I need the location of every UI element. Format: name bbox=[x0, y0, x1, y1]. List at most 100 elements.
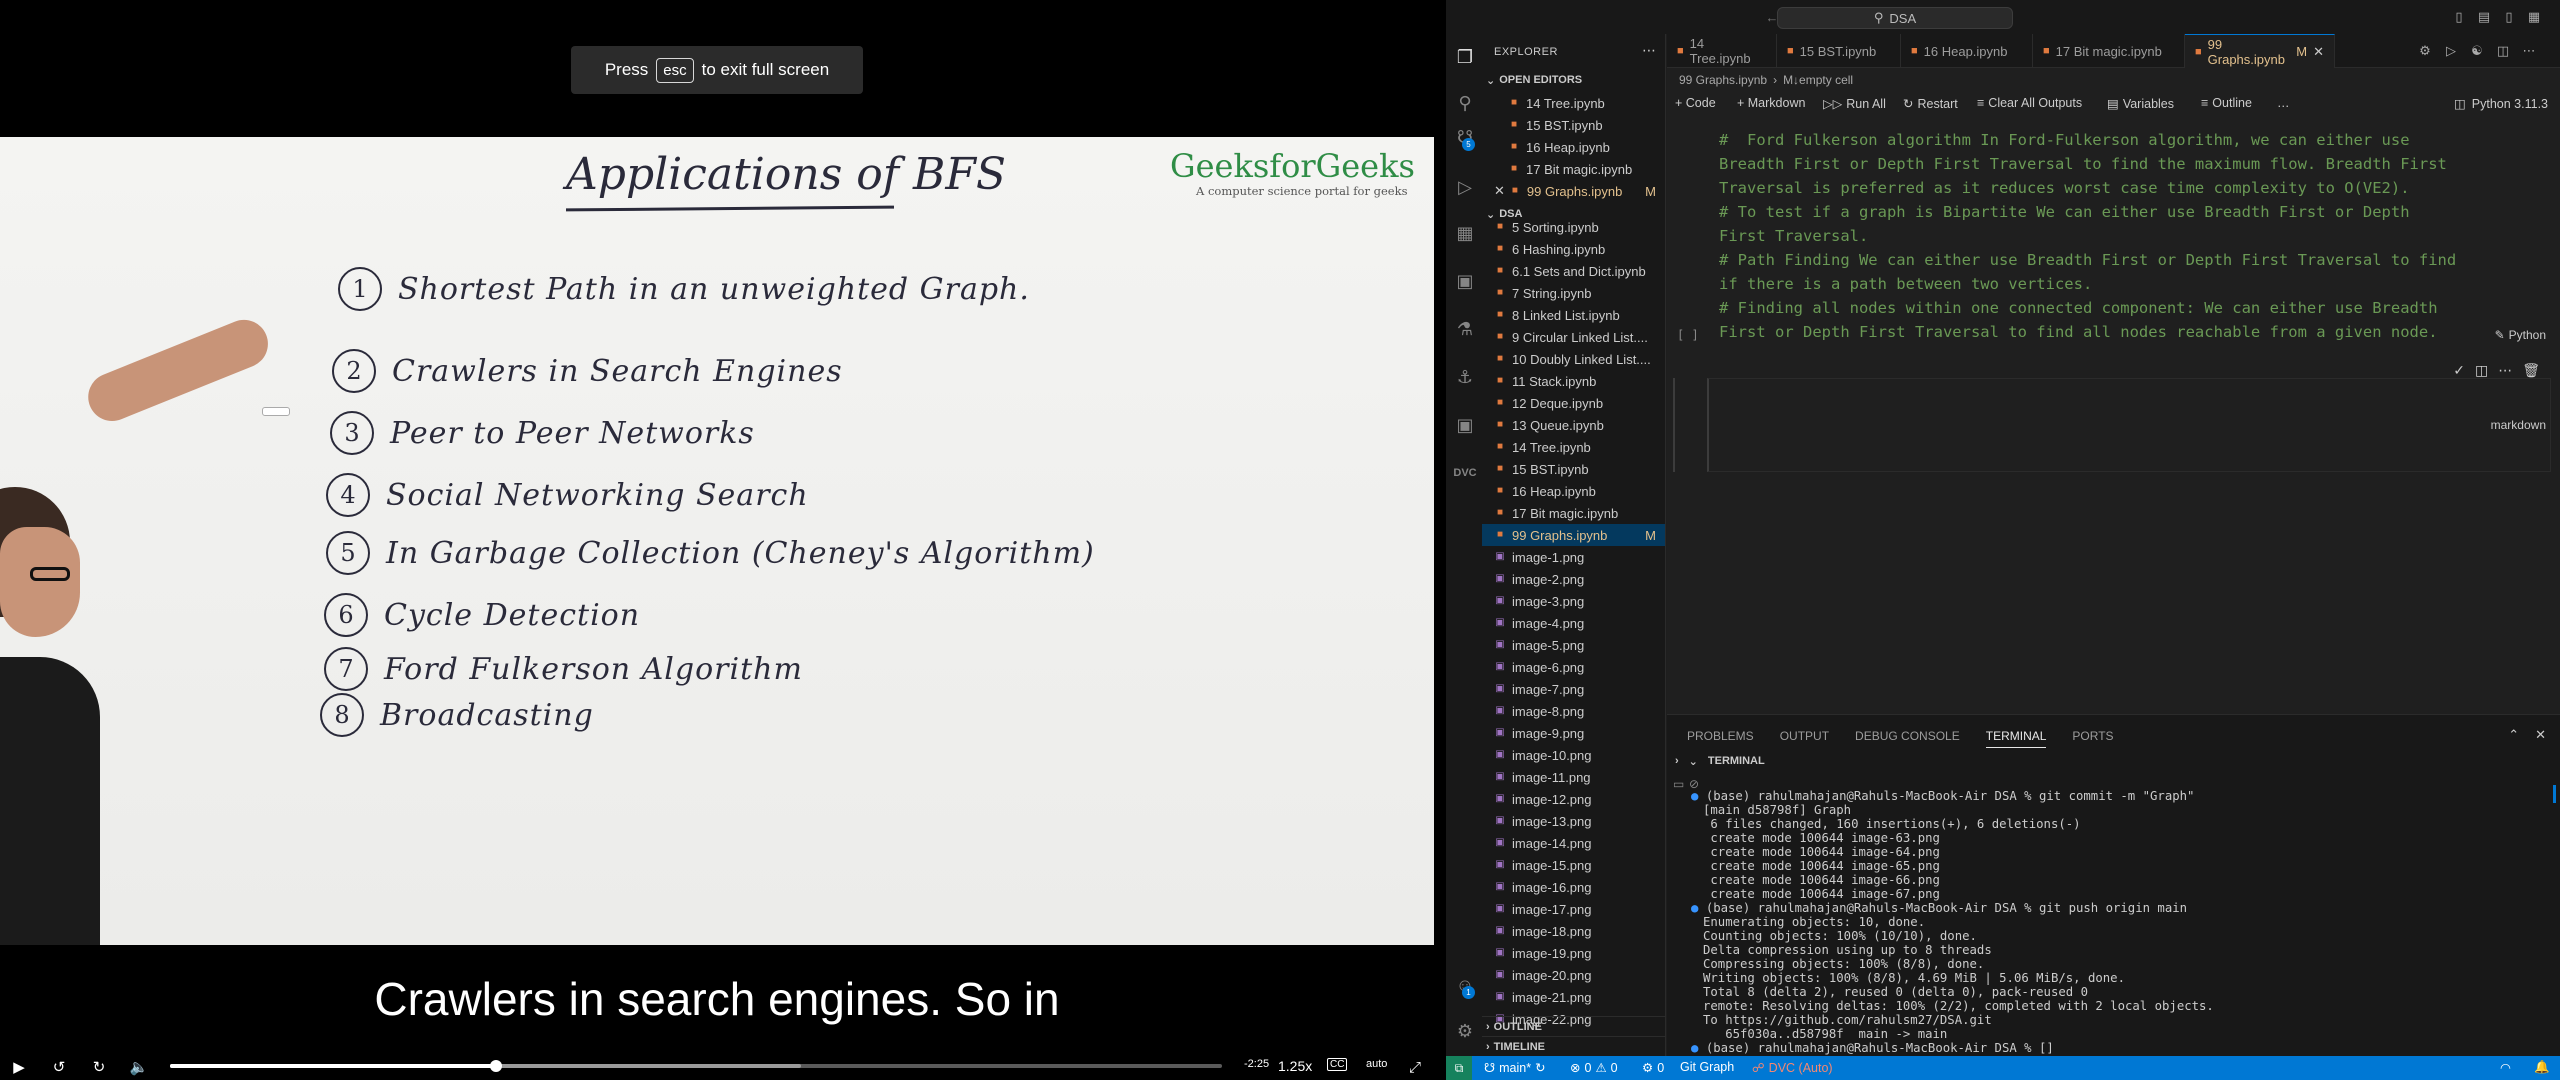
command-center-search[interactable]: ⚲ DSA bbox=[1777, 7, 2013, 29]
empty-cell-language[interactable]: markdown bbox=[2491, 418, 2546, 432]
tab-terminal[interactable]: TERMINAL bbox=[1985, 729, 2047, 748]
run-icon[interactable]: ▷ bbox=[2443, 43, 2459, 59]
image-file-item[interactable]: ▣ image-9.png bbox=[1482, 722, 1665, 744]
check-icon[interactable]: ✓ bbox=[2453, 362, 2465, 379]
command-status-dot-icon[interactable]: ● bbox=[1691, 901, 1706, 915]
captions-button[interactable]: CC bbox=[1327, 1058, 1348, 1071]
tab-17-bit-magic[interactable]: ■ 17 Bit magic.ipynb bbox=[2033, 34, 2185, 68]
toggle-sidebar-icon[interactable]: ▯ bbox=[2451, 9, 2467, 25]
cell-language-picker[interactable]: ✎ Python bbox=[2495, 328, 2546, 342]
file-item[interactable]: ■ 11 Stack.ipynb bbox=[1482, 370, 1665, 392]
breadcrumb-cell[interactable]: M↓empty cell bbox=[1783, 73, 1853, 87]
image-file-item[interactable]: ▣ image-4.png bbox=[1482, 612, 1665, 634]
empty-markdown-cell[interactable] bbox=[1707, 378, 2551, 472]
ports-count[interactable]: ⚙ 0 bbox=[1642, 1060, 1664, 1076]
seek-thumb[interactable] bbox=[490, 1060, 503, 1072]
explorer-icon[interactable]: ❐ bbox=[1454, 46, 1476, 68]
extensions-icon[interactable]: ▦ bbox=[1454, 222, 1476, 244]
file-item[interactable]: ■ 5 Sorting.ipynb bbox=[1482, 216, 1665, 238]
play-icon[interactable]: ▶ bbox=[8, 1056, 30, 1078]
image-file-item[interactable]: ▣ image-21.png bbox=[1482, 986, 1665, 1008]
tab-16-heap[interactable]: ■ 16 Heap.ipynb bbox=[1901, 34, 2033, 68]
outline-header[interactable]: › OUTLINE bbox=[1482, 1016, 1665, 1036]
file-item[interactable]: ■ 6 Hashing.ipynb bbox=[1482, 238, 1665, 260]
volume-icon[interactable]: 🔈 bbox=[128, 1056, 150, 1078]
close-icon[interactable]: ✕ bbox=[2313, 44, 2324, 60]
close-icon[interactable]: ✕ bbox=[2535, 727, 2546, 743]
tab-debug-console[interactable]: DEBUG CONSOLE bbox=[1855, 729, 1960, 748]
add-code-cell-button[interactable]: + Code bbox=[1675, 96, 1716, 110]
image-file-item[interactable]: ▣ image-3.png bbox=[1482, 590, 1665, 612]
gear-icon[interactable]: ⚙ bbox=[1454, 1020, 1476, 1042]
file-item[interactable]: ■ 6.1 Sets and Dict.ipynb bbox=[1482, 260, 1665, 282]
kernel-picker[interactable]: ◫ Python 3.11.3 bbox=[2454, 96, 2548, 112]
video-player[interactable]: Press esc to exit full screen Applicatio… bbox=[0, 0, 1440, 1080]
file-item[interactable]: ■ 15 BST.ipynb bbox=[1482, 458, 1665, 480]
delete-cell-icon[interactable]: 🗑 bbox=[2522, 362, 2540, 379]
open-editor-item[interactable]: ■ 15 BST.ipynb bbox=[1482, 114, 1665, 136]
file-item[interactable]: ■ 8 Linked List.ipynb bbox=[1482, 304, 1665, 326]
image-file-item[interactable]: ▣ image-13.png bbox=[1482, 810, 1665, 832]
exit-fullscreen-icon[interactable]: ⤢ bbox=[1404, 1056, 1426, 1078]
image-file-item[interactable]: ▣ image-14.png bbox=[1482, 832, 1665, 854]
terminal-scrollbar[interactable] bbox=[2553, 785, 2556, 803]
dvc-status[interactable]: ☍ DVC (Auto) bbox=[1752, 1060, 1833, 1076]
open-editors-header[interactable]: ⌄ OPEN EDITORS bbox=[1482, 70, 1665, 90]
image-file-item[interactable]: ▣ image-20.png bbox=[1482, 964, 1665, 986]
file-item-active[interactable]: ■ 99 Graphs.ipynb M bbox=[1482, 524, 1665, 546]
git-graph-button[interactable]: Git Graph bbox=[1680, 1060, 1734, 1074]
dvc-icon[interactable]: DVC bbox=[1453, 462, 1476, 484]
breadcrumb-file[interactable]: 99 Graphs.ipynb bbox=[1679, 73, 1767, 87]
toggle-secondary-sidebar-icon[interactable]: ▯ bbox=[2501, 9, 2517, 25]
customize-layout-icon[interactable]: ▦ bbox=[2526, 9, 2542, 25]
image-file-item[interactable]: ▣ image-15.png bbox=[1482, 854, 1665, 876]
file-item[interactable]: ■ 9 Circular Linked List.... bbox=[1482, 326, 1665, 348]
remote-explorer-icon[interactable]: ▣ bbox=[1454, 270, 1476, 292]
terminal-trash-icon[interactable]: ▭ bbox=[1673, 777, 1684, 791]
file-item[interactable]: ■ 7 String.ipynb bbox=[1482, 282, 1665, 304]
file-item[interactable]: ■ 10 Doubly Linked List.... bbox=[1482, 348, 1665, 370]
more-actions-icon[interactable]: ⋯ bbox=[2498, 362, 2512, 379]
search-icon[interactable]: ⚲ bbox=[1454, 92, 1476, 114]
problems-count[interactable]: ⊗ 0 ⚠ 0 bbox=[1570, 1060, 1618, 1076]
chevron-right-icon[interactable]: › bbox=[1675, 755, 1679, 768]
file-item[interactable]: ■ 14 Tree.ipynb bbox=[1482, 436, 1665, 458]
run-all-button[interactable]: ▷▷ Run All bbox=[1823, 96, 1886, 112]
tab-ports[interactable]: PORTS bbox=[2072, 729, 2113, 748]
restart-button[interactable]: ↻ Restart bbox=[1903, 96, 1958, 112]
rewind-icon[interactable]: ↺ bbox=[48, 1056, 70, 1078]
chevron-down-icon[interactable]: ⌄ bbox=[1689, 755, 1698, 768]
tab-output[interactable]: OUTPUT bbox=[1780, 729, 1829, 748]
image-file-item[interactable]: ▣ image-10.png bbox=[1482, 744, 1665, 766]
tab-problems[interactable]: PROBLEMS bbox=[1687, 729, 1754, 748]
toolbar-more-button[interactable]: … bbox=[2277, 96, 2290, 110]
forward-icon[interactable]: ↻ bbox=[88, 1056, 110, 1078]
image-file-item[interactable]: ▣ image-7.png bbox=[1482, 678, 1665, 700]
file-item[interactable]: ■ 17 Bit magic.ipynb bbox=[1482, 502, 1665, 524]
more-actions-icon[interactable]: ⋯ bbox=[2521, 43, 2537, 59]
timeline-header[interactable]: › TIMELINE bbox=[1482, 1036, 1665, 1056]
run-debug-icon[interactable]: ▷ bbox=[1454, 176, 1476, 198]
quality-setting[interactable]: auto bbox=[1366, 1058, 1387, 1070]
remote-indicator-icon[interactable]: ⧉ bbox=[1446, 1056, 1472, 1080]
file-item[interactable]: ■ 12 Deque.ipynb bbox=[1482, 392, 1665, 414]
command-status-dot-icon[interactable]: ● bbox=[1691, 1041, 1706, 1055]
playback-speed[interactable]: 1.25x bbox=[1278, 1058, 1312, 1074]
clear-outputs-button[interactable]: ≡ Clear All Outputs bbox=[1977, 96, 2082, 110]
gear-icon[interactable]: ⚙ bbox=[2417, 43, 2433, 59]
docker-icon[interactable]: ⚓ bbox=[1454, 366, 1476, 388]
open-editor-item[interactable]: ■ 14 Tree.ipynb bbox=[1482, 92, 1665, 114]
compare-icon[interactable]: ☯ bbox=[2469, 43, 2485, 59]
open-editor-item[interactable]: ■ 17 Bit magic.ipynb bbox=[1482, 158, 1665, 180]
terminal-output[interactable]: ● (base) rahulmahajan@Rahuls-MacBook-Air… bbox=[1691, 789, 2543, 1055]
split-cell-icon[interactable]: ◫ bbox=[2475, 362, 2488, 379]
code-cell[interactable]: # Ford Fulkerson algorithm In Ford-Fulke… bbox=[1709, 118, 2549, 350]
file-item[interactable]: ■ 13 Queue.ipynb bbox=[1482, 414, 1665, 436]
testing-icon[interactable]: ⚗ bbox=[1454, 318, 1476, 340]
close-icon[interactable]: ✕ bbox=[1494, 183, 1505, 199]
image-file-item[interactable]: ▣ image-16.png bbox=[1482, 876, 1665, 898]
seek-bar[interactable] bbox=[170, 1060, 1222, 1072]
add-markdown-cell-button[interactable]: + Markdown bbox=[1737, 96, 1805, 110]
more-actions-icon[interactable]: ⋯ bbox=[1642, 42, 1656, 59]
command-status-dot-icon[interactable]: ● bbox=[1691, 789, 1706, 803]
